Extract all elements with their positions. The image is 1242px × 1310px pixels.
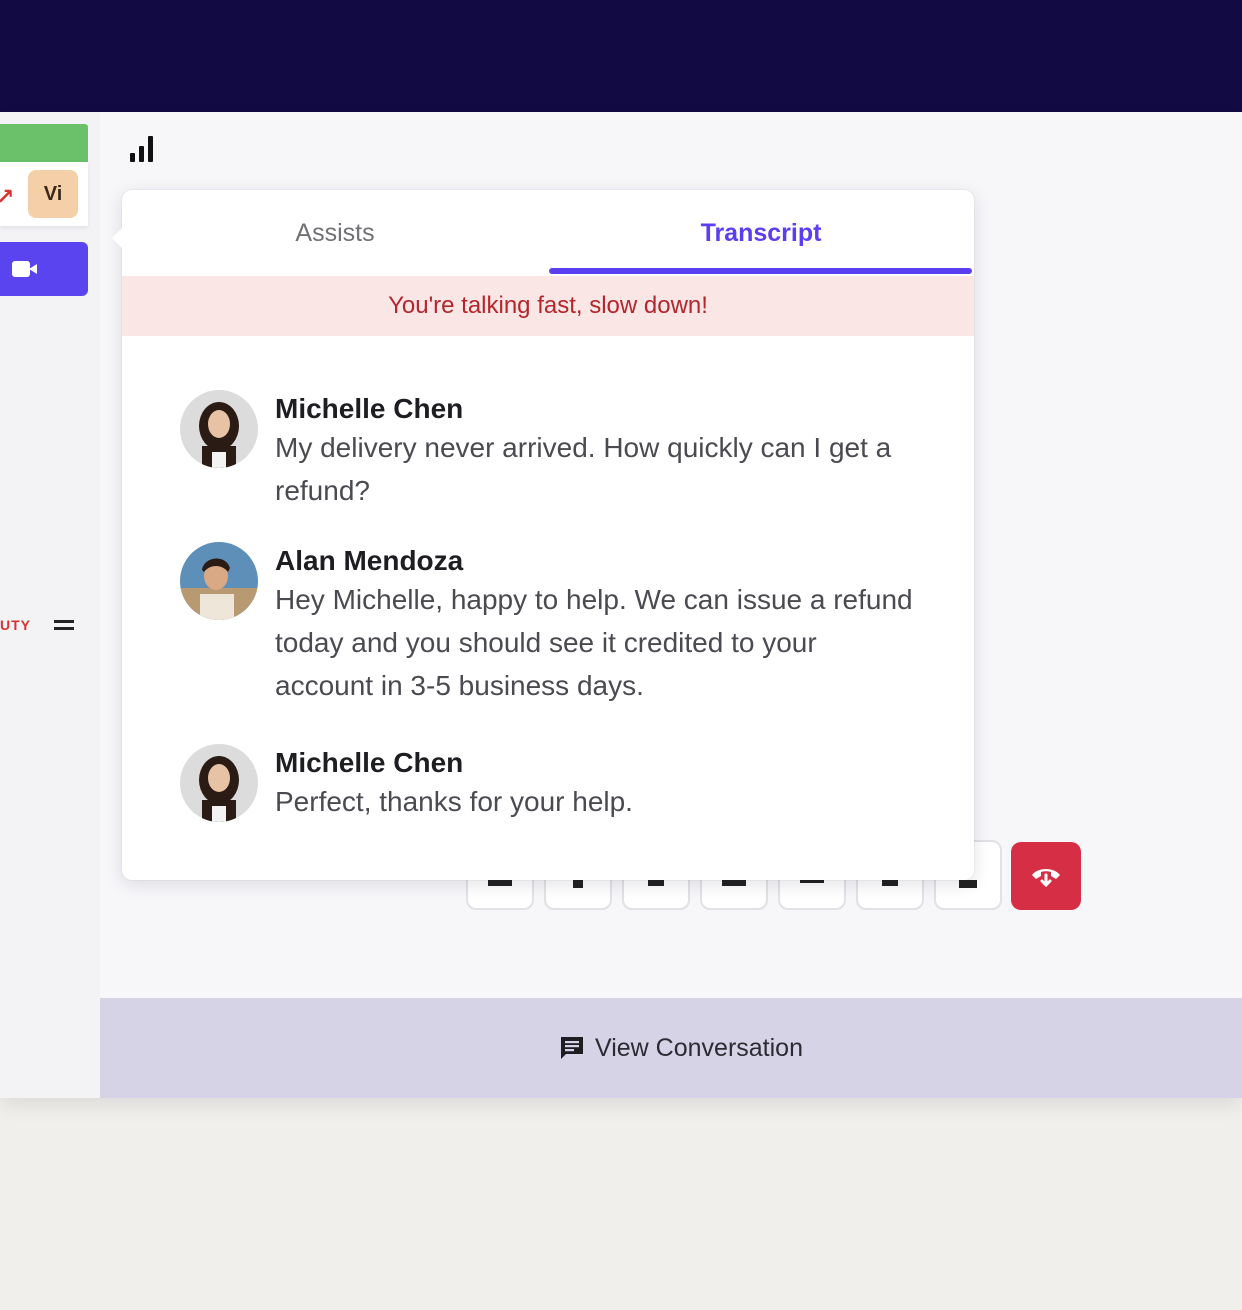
view-conversation-bar[interactable]: View Conversation — [100, 998, 1242, 1098]
sidebar-label: UTY — [0, 617, 31, 633]
avatar-man — [180, 542, 258, 620]
message-text: Perfect, thanks for your help. — [275, 786, 633, 817]
message-author: Michelle Chen — [275, 393, 464, 424]
participant-row[interactable]: ↗ Vi — [0, 162, 88, 226]
message-body: Michelle Chen My delivery never arrived.… — [275, 392, 915, 512]
call-app: ↗ Vi UTY View Conversation Assists Trans… — [0, 112, 1242, 1098]
record-icon — [722, 880, 746, 886]
phone-icon: ↗ — [0, 184, 15, 209]
transcript-popup: Assists Transcript You're talking fast, … — [112, 190, 974, 880]
active-tab-indicator — [549, 268, 972, 274]
left-sidebar: ↗ Vi UTY — [0, 112, 100, 1098]
transfer-icon — [800, 880, 824, 883]
call-status-bar — [0, 124, 88, 162]
top-bar — [0, 0, 1242, 112]
popup-tabs: Assists Transcript — [122, 190, 974, 276]
tab-assists[interactable]: Assists — [122, 190, 548, 276]
message-body: Michelle Chen Perfect, thanks for your h… — [275, 746, 915, 823]
signal-strength-icon — [130, 136, 156, 162]
add-call-icon — [882, 880, 898, 886]
message-text: My delivery never arrived. How quickly c… — [275, 432, 892, 506]
pause-icon — [648, 880, 664, 886]
view-conversation-label: View Conversation — [595, 1033, 803, 1062]
mute-icon — [488, 880, 512, 886]
speech-pace-alert: You're talking fast, slow down! — [122, 276, 974, 336]
avatar-woman — [180, 390, 258, 468]
hold-icon — [573, 880, 583, 888]
menu-equals-icon[interactable] — [54, 617, 74, 631]
chat-icon — [559, 1035, 585, 1061]
end-call-button[interactable] — [1011, 842, 1081, 910]
message-author: Michelle Chen — [275, 747, 464, 778]
message-body: Alan Mendoza Hey Michelle, happy to help… — [275, 544, 915, 707]
tab-transcript[interactable]: Transcript — [548, 190, 974, 276]
video-button[interactable] — [0, 242, 88, 296]
participant-initials-badge: Vi — [28, 170, 78, 218]
message-author: Alan Mendoza — [275, 545, 464, 576]
keypad-icon — [959, 880, 977, 888]
message-text: Hey Michelle, happy to help. We can issu… — [275, 584, 913, 701]
view-conversation-button[interactable]: View Conversation — [559, 1034, 803, 1063]
hang-up-phone-icon — [1032, 869, 1060, 888]
screenshot-frame: ↗ Vi UTY View Conversation Assists Trans… — [0, 0, 1242, 1310]
avatar-woman — [180, 744, 258, 822]
video-camera-icon — [12, 261, 38, 277]
